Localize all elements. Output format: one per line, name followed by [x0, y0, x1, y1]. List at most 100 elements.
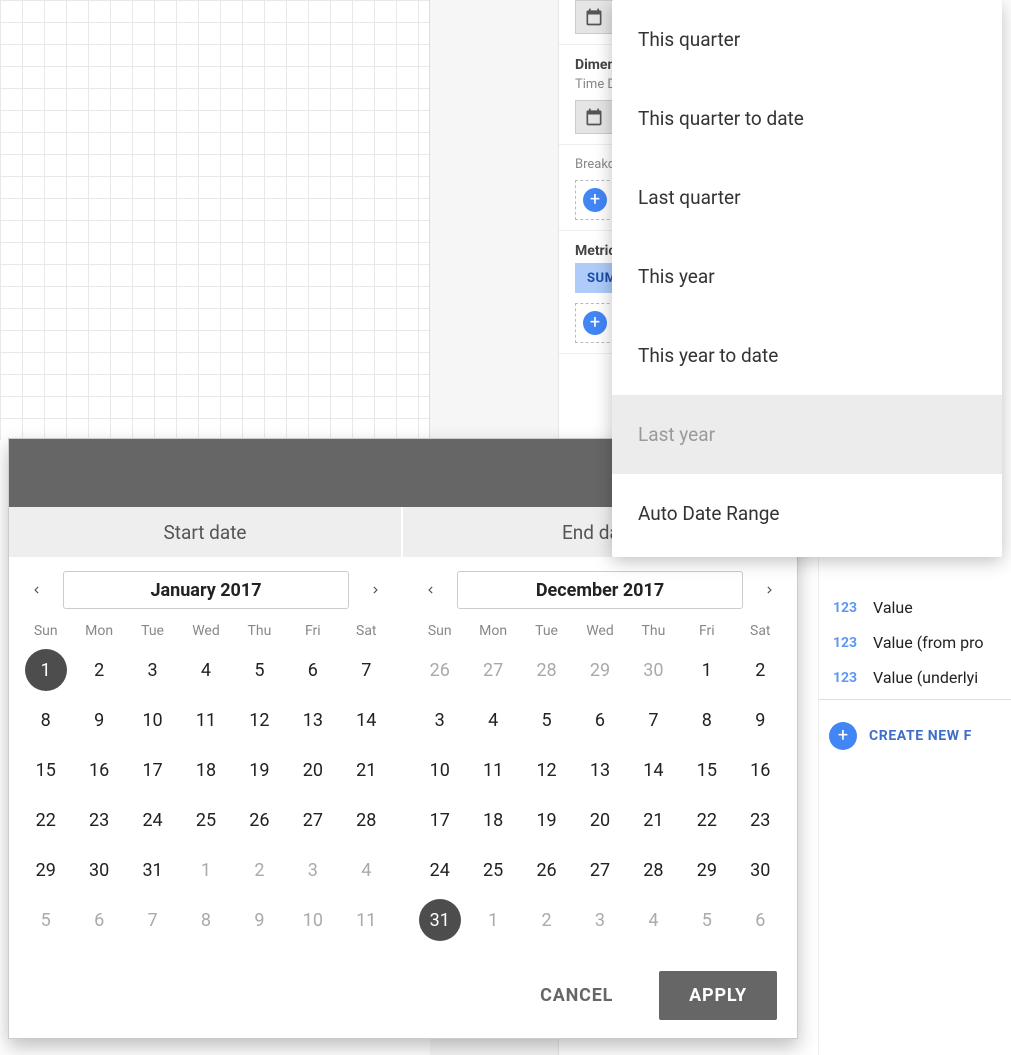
calendar-day[interactable]: 21	[340, 745, 393, 795]
calendar-day[interactable]: 2	[734, 645, 787, 695]
calendar-day[interactable]: 28	[627, 845, 680, 895]
calendar-day[interactable]: 7	[340, 645, 393, 695]
calendar-day[interactable]: 3	[286, 845, 339, 895]
preset-option[interactable]: This quarter	[612, 0, 1002, 79]
field-item[interactable]: 123Value (from pro	[819, 625, 1011, 660]
calendar-day[interactable]: 27	[466, 645, 519, 695]
calendar-day[interactable]: 5	[680, 895, 733, 945]
calendar-day[interactable]: 27	[286, 795, 339, 845]
calendar-day[interactable]: 20	[286, 745, 339, 795]
calendar-day[interactable]: 19	[233, 745, 286, 795]
calendar-day[interactable]: 2	[520, 895, 573, 945]
calendar-day[interactable]: 11	[340, 895, 393, 945]
calendar-day[interactable]: 11	[179, 695, 232, 745]
calendar-day[interactable]: 10	[126, 695, 179, 745]
prev-month-button[interactable]	[413, 573, 447, 607]
calendar-day[interactable]: 14	[627, 745, 680, 795]
calendar-day[interactable]: 21	[627, 795, 680, 845]
calendar-day[interactable]: 24	[126, 795, 179, 845]
calendar-day[interactable]: 8	[19, 695, 72, 745]
calendar-day[interactable]: 6	[72, 895, 125, 945]
calendar-day[interactable]: 11	[466, 745, 519, 795]
calendar-day[interactable]: 1	[680, 645, 733, 695]
calendar-day[interactable]: 29	[573, 645, 626, 695]
start-month-select[interactable]: January 2017	[63, 571, 349, 609]
calendar-day[interactable]: 31	[413, 895, 466, 945]
calendar-day[interactable]: 12	[520, 745, 573, 795]
calendar-day[interactable]: 22	[19, 795, 72, 845]
calendar-day[interactable]: 4	[179, 645, 232, 695]
calendar-day[interactable]: 30	[627, 645, 680, 695]
calendar-day[interactable]: 17	[413, 795, 466, 845]
calendar-day[interactable]: 7	[126, 895, 179, 945]
calendar-day[interactable]: 15	[680, 745, 733, 795]
calendar-day[interactable]: 29	[19, 845, 72, 895]
calendar-day[interactable]: 23	[72, 795, 125, 845]
preset-option[interactable]: Auto Date Range	[612, 474, 1002, 553]
preset-option[interactable]: This year to date	[612, 316, 1002, 395]
calendar-day[interactable]: 1	[179, 845, 232, 895]
calendar-day[interactable]: 23	[734, 795, 787, 845]
end-month-select[interactable]: December 2017	[457, 571, 743, 609]
calendar-day[interactable]: 26	[413, 645, 466, 695]
calendar-day[interactable]: 10	[286, 895, 339, 945]
next-month-button[interactable]	[753, 573, 787, 607]
calendar-day[interactable]: 22	[680, 795, 733, 845]
calendar-day[interactable]: 8	[179, 895, 232, 945]
calendar-day[interactable]: 24	[413, 845, 466, 895]
calendar-day[interactable]: 27	[573, 845, 626, 895]
calendar-day[interactable]: 6	[286, 645, 339, 695]
calendar-day[interactable]: 26	[520, 845, 573, 895]
calendar-day[interactable]: 1	[19, 645, 72, 695]
add-metric[interactable]: +	[575, 303, 615, 343]
prev-month-button[interactable]	[19, 573, 53, 607]
calendar-day[interactable]: 30	[734, 845, 787, 895]
calendar-day[interactable]: 19	[520, 795, 573, 845]
calendar-day[interactable]: 9	[72, 695, 125, 745]
calendar-day[interactable]: 13	[573, 745, 626, 795]
calendar-day[interactable]: 6	[573, 695, 626, 745]
calendar-day[interactable]: 28	[340, 795, 393, 845]
start-date-header[interactable]: Start date	[9, 507, 403, 557]
calendar-day[interactable]: 3	[573, 895, 626, 945]
calendar-day[interactable]: 25	[179, 795, 232, 845]
calendar-day[interactable]: 4	[627, 895, 680, 945]
field-item[interactable]: 123Value	[819, 590, 1011, 625]
calendar-day[interactable]: 4	[466, 695, 519, 745]
calendar-day[interactable]: 15	[19, 745, 72, 795]
calendar-day[interactable]: 16	[734, 745, 787, 795]
date-range-preset-menu[interactable]: This quarterThis quarter to dateLast qua…	[612, 0, 1002, 557]
calendar-day[interactable]: 18	[179, 745, 232, 795]
preset-option[interactable]: Last year	[612, 395, 1002, 474]
calendar-day[interactable]: 6	[734, 895, 787, 945]
calendar-day[interactable]: 2	[233, 845, 286, 895]
calendar-day[interactable]: 29	[680, 845, 733, 895]
calendar-day[interactable]: 14	[340, 695, 393, 745]
calendar-icon[interactable]	[575, 100, 613, 134]
calendar-icon[interactable]	[575, 0, 613, 34]
apply-button[interactable]: APPLY	[659, 971, 777, 1020]
calendar-day[interactable]: 10	[413, 745, 466, 795]
next-month-button[interactable]	[359, 573, 393, 607]
calendar-day[interactable]: 5	[520, 695, 573, 745]
calendar-day[interactable]: 5	[19, 895, 72, 945]
calendar-day[interactable]: 3	[126, 645, 179, 695]
cancel-button[interactable]: CANCEL	[518, 971, 635, 1020]
create-new-field[interactable]: + CREATE NEW F	[819, 704, 1011, 768]
preset-option[interactable]: Last quarter	[612, 158, 1002, 237]
calendar-day[interactable]: 16	[72, 745, 125, 795]
calendar-day[interactable]: 25	[466, 845, 519, 895]
preset-option[interactable]: This year	[612, 237, 1002, 316]
calendar-day[interactable]: 3	[413, 695, 466, 745]
calendar-day[interactable]: 9	[233, 895, 286, 945]
calendar-day[interactable]: 30	[72, 845, 125, 895]
calendar-day[interactable]: 9	[734, 695, 787, 745]
calendar-day[interactable]: 12	[233, 695, 286, 745]
field-item[interactable]: 123Value (underlyi	[819, 660, 1011, 695]
calendar-day[interactable]: 8	[680, 695, 733, 745]
calendar-day[interactable]: 31	[126, 845, 179, 895]
calendar-day[interactable]: 13	[286, 695, 339, 745]
add-breakdown-dimension[interactable]: +	[575, 180, 615, 220]
calendar-day[interactable]: 20	[573, 795, 626, 845]
calendar-day[interactable]: 1	[466, 895, 519, 945]
